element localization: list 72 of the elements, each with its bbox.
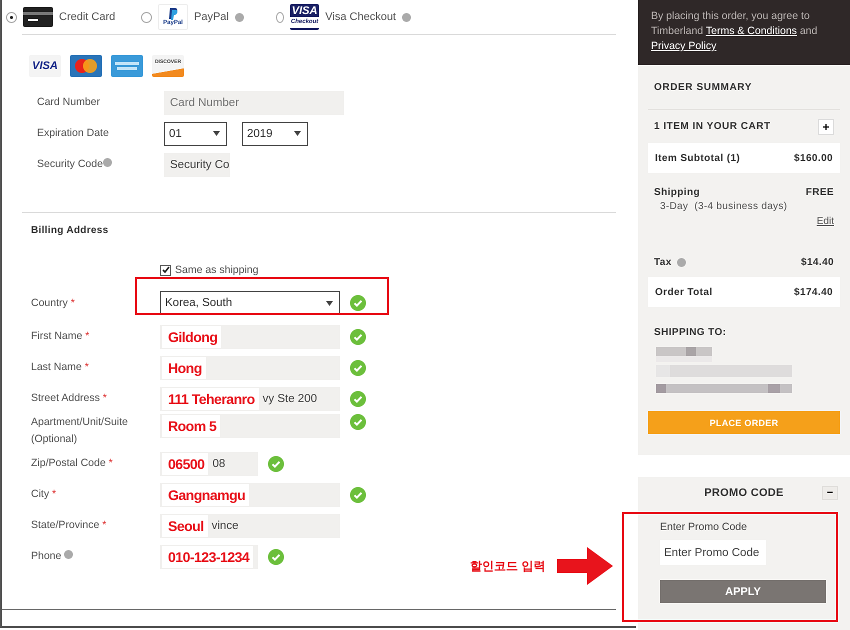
terms-link[interactable]: Terms & Conditions (706, 25, 797, 37)
annotation-text: Gangnamgu (162, 484, 250, 506)
field-label: Last Name * (31, 360, 90, 375)
security-code-field[interactable]: Security Co (164, 152, 230, 176)
field-label: State/Province * (31, 518, 108, 533)
section-title: Billing Address (30, 224, 110, 238)
input-field[interactable]: Room 5 (160, 414, 340, 438)
month-select[interactable]: 01 (164, 122, 227, 146)
collapse-button[interactable]: − (822, 486, 838, 500)
field-label: Apartment/Unit/Suite (Optional) (31, 415, 129, 447)
radio-button[interactable] (6, 12, 17, 22)
section-title: PROMO CODE (704, 487, 784, 499)
annotation-text: Gildong (162, 326, 222, 348)
checkbox-label: Same as shipping (175, 264, 258, 276)
privacy-link[interactable]: Privacy Policy (651, 40, 716, 52)
field-label: Expiration Date (37, 126, 110, 141)
mastercard-logo (70, 55, 102, 77)
arrow-icon (557, 547, 614, 585)
edit-link[interactable]: Edit (816, 212, 840, 227)
payment-label: Visa Checkout (325, 11, 396, 23)
row-label: Shipping (654, 186, 700, 198)
field-label: Security Code (37, 156, 164, 173)
apply-button[interactable]: APPLY (660, 580, 826, 603)
input-field[interactable]: Gangnamgu (160, 482, 340, 506)
credit-card-icon (23, 7, 53, 27)
field-label: Phone (31, 548, 160, 565)
row-value: $14.40 (801, 256, 834, 268)
amex-logo (111, 55, 143, 77)
agreement-text: By placing this order, you agree to Timberland Terms & Conditions and Privacy Policy (651, 9, 818, 54)
field-label: Zip/Postal Code * (31, 456, 114, 471)
checkbox[interactable] (160, 264, 171, 276)
annotation-text: Hong (162, 356, 206, 378)
row-value: $174.40 (794, 286, 833, 298)
field-label: First Name * (31, 329, 90, 344)
row-value: FREE (806, 186, 834, 198)
info-icon (676, 258, 686, 266)
visa-logo: VISA (29, 55, 61, 77)
field-label: Street Address * (31, 391, 108, 406)
field-label: Card Number (37, 95, 102, 110)
input-field[interactable]: Hong (160, 356, 340, 380)
caret-icon (213, 131, 220, 136)
expand-button[interactable]: + (818, 118, 834, 134)
radio-button[interactable] (141, 12, 152, 22)
annotation-text: 06500 (162, 452, 208, 474)
payment-label: PayPal (194, 11, 229, 23)
shipping-method: 3-Day (3-4 business days) (659, 201, 788, 212)
cart-count: 1 ITEM IN YOUR CART (654, 121, 771, 132)
promo-code-field[interactable]: Enter Promo Code (660, 540, 766, 565)
row-label: Tax (654, 256, 686, 268)
year-select[interactable]: 2019 (242, 122, 308, 146)
row-label: SHIPPING TO: (654, 326, 726, 338)
input-field[interactable]: Gildong (160, 324, 340, 348)
annotation-text: 할인코드 입력 (470, 558, 546, 574)
row-value: $160.00 (794, 152, 833, 164)
field-label: City * (31, 487, 58, 502)
row-label: Item Subtotal (1) (655, 152, 740, 164)
caret-icon (294, 131, 301, 136)
card-number-field[interactable]: Card Number (164, 90, 344, 114)
field-label: Enter Promo Code (659, 520, 748, 533)
caret-icon (326, 300, 333, 306)
country-select[interactable]: Korea, South (160, 291, 340, 315)
input-field[interactable]: 06500 08 (160, 452, 258, 476)
field-label: Country * (31, 296, 76, 310)
radio-button[interactable] (276, 12, 284, 22)
row-label: Order Total (655, 286, 713, 298)
annotation-text: 111 Teheranro (162, 388, 259, 410)
annotation-text: Room 5 (162, 415, 220, 437)
input-field[interactable]: 111 Teheranro vy Ste 200 (160, 386, 340, 410)
summary-title: ORDER SUMMARY (648, 65, 840, 110)
payment-label: Credit Card (59, 11, 116, 23)
annotation-text: Seoul (162, 514, 208, 536)
input-field[interactable]: Seoul vince (160, 514, 340, 538)
